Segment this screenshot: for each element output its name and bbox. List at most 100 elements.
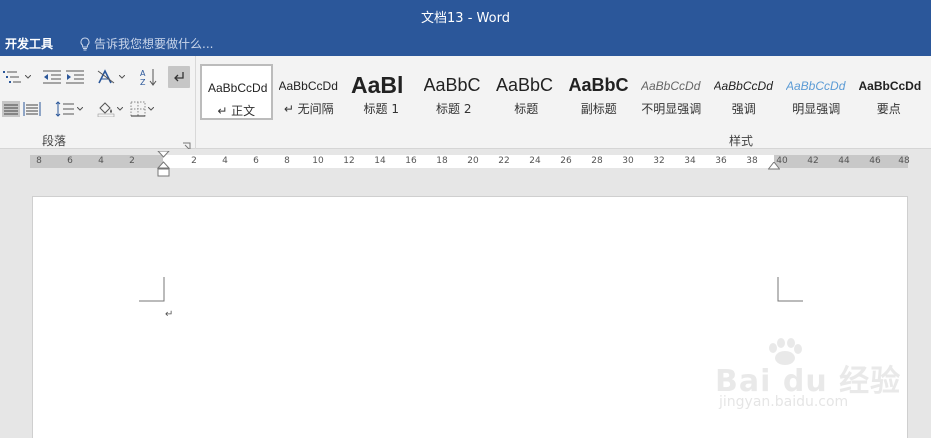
style-sample: AaBbCcDd bbox=[713, 79, 773, 93]
first-line-indent-marker-icon[interactable] bbox=[157, 151, 170, 178]
ruler-label: 30 bbox=[622, 156, 634, 166]
ruler-label: 6 bbox=[253, 156, 259, 166]
style-name: 副标题 bbox=[580, 102, 617, 116]
style-item-normal[interactable]: AaBbCcDd ↵ 正文 bbox=[200, 64, 273, 120]
style-name: ↵ 无间隔 bbox=[283, 102, 334, 116]
ruler-label: 2 bbox=[191, 156, 197, 166]
style-name: 标题 bbox=[514, 102, 539, 116]
chevron-down-icon bbox=[77, 107, 83, 111]
ruler-label: 6 bbox=[67, 156, 73, 166]
align-left-button[interactable] bbox=[2, 98, 20, 120]
ruler-label: 10 bbox=[312, 156, 324, 166]
style-item-strong[interactable]: AaBbCcDd 要点 bbox=[853, 64, 926, 120]
paint-bucket-icon bbox=[97, 101, 115, 117]
style-item-subtle-emphasis[interactable]: AaBbCcDd 不明显强调 bbox=[635, 64, 708, 120]
title-bar: 文档13 - Word bbox=[0, 0, 931, 30]
style-sample: AaBbCcDd bbox=[858, 79, 922, 93]
style-name: 明显强调 bbox=[792, 102, 841, 116]
svg-text:Z: Z bbox=[140, 78, 146, 86]
paragraph-mark-icon bbox=[173, 71, 185, 83]
increase-indent-button[interactable] bbox=[66, 66, 84, 88]
style-sample: AaBbCcDd bbox=[208, 81, 268, 95]
ruler-label: 46 bbox=[869, 156, 881, 166]
ruler-label: 8 bbox=[284, 156, 290, 166]
ruler-label: 44 bbox=[838, 156, 850, 166]
chevron-down-icon bbox=[119, 75, 125, 79]
style-sample: AaBl bbox=[351, 72, 404, 98]
multilevel-list-button[interactable] bbox=[3, 66, 31, 88]
multilevel-list-icon bbox=[3, 70, 23, 84]
window-title: 文档13 - Word bbox=[421, 11, 510, 26]
watermark-url: jingyan.baidu.com bbox=[719, 394, 849, 410]
ruler-label: 22 bbox=[498, 156, 510, 166]
style-item-emphasis[interactable]: AaBbCcDd 强调 bbox=[708, 64, 781, 120]
ruler-label: 14 bbox=[374, 156, 386, 166]
chevron-down-icon bbox=[25, 75, 31, 79]
show-paragraph-marks-button[interactable] bbox=[168, 66, 190, 88]
ruler-label: 24 bbox=[529, 156, 541, 166]
ribbon-tab-row: 开发工具 告诉我您想要做什么... bbox=[0, 30, 931, 56]
ruler-label: 38 bbox=[746, 156, 758, 166]
chinese-layout-button[interactable] bbox=[97, 66, 125, 88]
baidu-watermark: Bai du 经验 jingyan.baidu.com bbox=[715, 338, 915, 418]
styles-gallery: AaBbCcDd ↵ 正文 AaBbCcDd ↵ 无间隔 AaBl 标题 1 AaBb… bbox=[200, 64, 925, 120]
style-item-subtitle[interactable]: AaBbC 副标题 bbox=[563, 64, 636, 120]
ruler-label: 28 bbox=[591, 156, 603, 166]
sort-icon: AZ bbox=[140, 68, 158, 86]
chevron-down-icon bbox=[117, 107, 123, 111]
style-sample: AaBbC bbox=[423, 75, 481, 95]
ruler-label: 20 bbox=[467, 156, 479, 166]
shading-button[interactable] bbox=[97, 98, 123, 120]
style-name: 标题 2 bbox=[436, 102, 472, 116]
style-sample: AaBbCcDd bbox=[641, 79, 701, 93]
decrease-indent-icon bbox=[43, 70, 61, 84]
line-spacing-icon bbox=[55, 101, 75, 117]
ruler-label: 48 bbox=[898, 156, 910, 166]
ruler-label: 32 bbox=[653, 156, 665, 166]
increase-indent-icon bbox=[66, 70, 84, 84]
ruler-label: 12 bbox=[343, 156, 355, 166]
tell-me-box[interactable]: 告诉我您想要做什么... bbox=[80, 35, 213, 52]
svg-text:A: A bbox=[140, 69, 146, 78]
style-sample: AaBbC bbox=[568, 75, 629, 95]
ruler-label: 4 bbox=[98, 156, 104, 166]
paragraph-mark: ↵ bbox=[165, 309, 174, 320]
ruler-label: 42 bbox=[807, 156, 819, 166]
borders-icon bbox=[130, 101, 146, 117]
style-sample: AaBbCcDd bbox=[786, 79, 846, 93]
style-item-intense-emphasis[interactable]: AaBbCcDd 明显强调 bbox=[780, 64, 853, 120]
ruler-label: 36 bbox=[715, 156, 727, 166]
ruler-label: 2 bbox=[129, 156, 135, 166]
sort-button[interactable]: AZ bbox=[140, 66, 158, 88]
chinese-layout-icon bbox=[97, 69, 117, 85]
right-indent-marker-icon[interactable] bbox=[768, 162, 780, 170]
tab-developer[interactable]: 开发工具 bbox=[5, 35, 53, 52]
styles-group: AaBbCcDd ↵ 正文 AaBbCcDd ↵ 无间隔 AaBl 标题 1 AaBb… bbox=[200, 56, 931, 149]
ruler-label: 18 bbox=[436, 156, 448, 166]
style-item-title[interactable]: AaBbC 标题 bbox=[490, 64, 563, 120]
style-sample: AaBbC bbox=[496, 75, 554, 95]
borders-button[interactable] bbox=[130, 98, 154, 120]
ruler-label: 4 bbox=[222, 156, 228, 166]
dialog-launcher-icon[interactable] bbox=[182, 136, 191, 151]
distributed-icon bbox=[23, 101, 41, 117]
ruler-label: 8 bbox=[36, 156, 42, 166]
decrease-indent-button[interactable] bbox=[43, 66, 61, 88]
style-name: 不明显强调 bbox=[641, 102, 702, 116]
margin-corner-mark bbox=[139, 277, 165, 302]
line-spacing-button[interactable] bbox=[55, 98, 83, 120]
distributed-button[interactable] bbox=[23, 98, 41, 120]
ribbon: AZ 段落 AaBbCcDd ↵ 正文 AaBbCcDd ↵ 无间隔 AaBl … bbox=[0, 56, 931, 151]
lightbulb-icon bbox=[80, 36, 90, 51]
ruler-label: 34 bbox=[684, 156, 696, 166]
paragraph-group: AZ 段落 bbox=[0, 56, 196, 151]
style-name: 强调 bbox=[731, 102, 756, 116]
ruler-label: 16 bbox=[405, 156, 417, 166]
style-name: ↵ 正文 bbox=[217, 104, 256, 118]
style-sample: AaBbCcDd bbox=[278, 79, 338, 93]
margin-corner-mark bbox=[777, 277, 803, 302]
style-item-heading-1[interactable]: AaBl 标题 1 bbox=[345, 64, 418, 120]
style-item-no-spacing[interactable]: AaBbCcDd ↵ 无间隔 bbox=[273, 64, 346, 120]
style-item-heading-2[interactable]: AaBbC 标题 2 bbox=[418, 64, 491, 120]
style-name: 要点 bbox=[876, 102, 901, 116]
